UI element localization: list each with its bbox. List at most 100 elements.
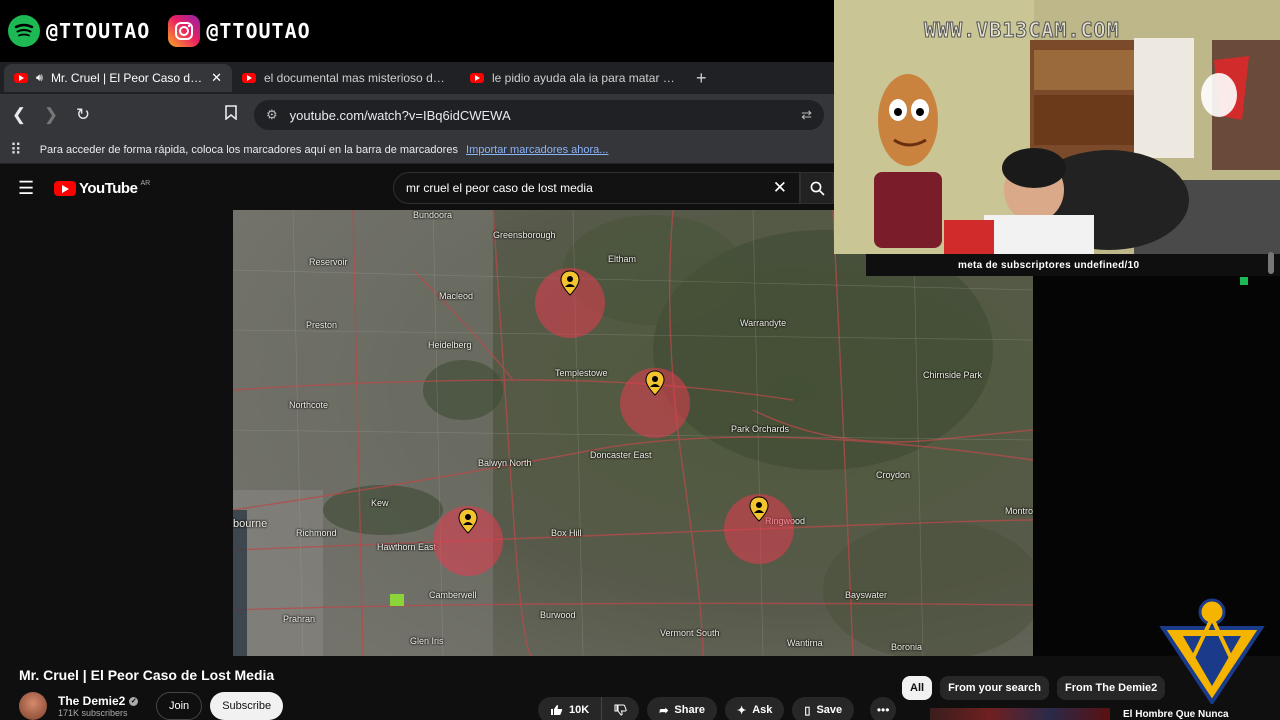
map-pin-circle (433, 506, 503, 576)
ask-label: Ask (752, 704, 773, 716)
map-label: Greensborough (493, 230, 556, 240)
location-pin-icon (645, 370, 665, 396)
apps-grid-icon[interactable]: ⠿ (10, 140, 22, 160)
tab-close-icon[interactable]: ✕ (211, 70, 222, 86)
subscribe-button[interactable]: Subscribe (210, 692, 284, 720)
map-label: Northcote (289, 400, 329, 410)
save-button[interactable]: ▯ Save (792, 697, 855, 720)
save-icon: ▯ (804, 704, 811, 717)
share-button[interactable]: ➦ Share (647, 697, 717, 720)
youtube-favicon-icon (470, 73, 484, 83)
speaker-icon: 🔊︎ (36, 71, 43, 84)
search-input[interactable]: mr cruel el peor caso de lost media ✕ (393, 172, 800, 204)
bookmarks-bar: ⠿ Para acceder de forma rápida, coloca l… (0, 136, 834, 164)
dislike-button[interactable] (602, 697, 640, 720)
thumbs-up-icon (551, 705, 563, 715)
like-button[interactable]: 10K (538, 697, 603, 720)
map-frame (233, 210, 1033, 656)
thumbs-down-icon (614, 704, 627, 716)
map-label: Camberwell (429, 590, 477, 600)
chip-all[interactable]: All (902, 676, 933, 700)
search-button[interactable] (800, 172, 834, 204)
youtube-logo[interactable]: YouTube AR (54, 180, 150, 197)
map-label: Vermont South (660, 628, 720, 638)
club-logo-icon (1159, 598, 1265, 704)
map-label: Glen Iris (410, 636, 444, 646)
video-title: Mr. Cruel | El Peor Caso de Lost Media (19, 667, 275, 683)
status-indicator (1240, 277, 1248, 285)
tab-mr-cruel[interactable]: 🔊︎ Mr. Cruel | El Peor Caso de Lo ✕ (4, 64, 232, 92)
share-icon: ➦ (659, 704, 669, 717)
webcam-overlay: WWW.VB13CAM.COM (834, 0, 1280, 254)
bookmarks-hint-text: Para acceder de forma rápida, coloca los… (39, 143, 458, 156)
map-label: Bayswater (845, 590, 888, 600)
channel-name[interactable]: The Demie2 ✓ (58, 694, 150, 708)
site-info-icon[interactable]: ⚙︎ (266, 107, 278, 123)
related-filter-chips: All From your search From The Demie2 (902, 676, 1166, 700)
like-dislike: 10K (538, 697, 640, 720)
map-label: bourne (233, 518, 268, 530)
country-code: AR (140, 179, 151, 187)
search-icon (810, 181, 825, 196)
stream-social-bar: @TTOUTAO @TTOUTAO (0, 0, 834, 62)
address-bar[interactable]: ⚙︎ youtube.com/watch?v=IBq6idCWEWA ⇄ (254, 100, 824, 130)
reload-button[interactable]: ↻ (74, 105, 92, 125)
map-label: Templestowe (555, 368, 608, 378)
ask-button[interactable]: ✦ Ask (724, 697, 785, 720)
map-label: Preston (306, 320, 338, 330)
subscriber-goal: meta de subscriptores undefined/10 (866, 254, 1280, 276)
map-label: Richmond (296, 528, 337, 538)
youtube-logo-icon (54, 180, 76, 196)
clear-search-icon[interactable]: ✕ (773, 178, 787, 198)
map-label: Warrandyte (740, 318, 787, 328)
new-tab-button[interactable]: + (696, 68, 707, 89)
map-label: Kew (371, 498, 389, 508)
more-options-icon[interactable]: ••• (870, 697, 897, 720)
tab-label: Mr. Cruel | El Peor Caso de Lo (50, 71, 204, 85)
back-button[interactable]: ❮ (10, 105, 28, 125)
map-label: Eltham (608, 254, 637, 264)
map-label: Doncaster East (590, 450, 652, 460)
save-label: Save (816, 704, 843, 716)
map-label: Prahran (283, 614, 316, 624)
youtube-favicon-icon (14, 73, 28, 83)
map-pin-circle (535, 268, 605, 338)
next-video-title[interactable]: El Hombre Que Nunca (1123, 709, 1229, 720)
tab-label: el documental mas misterioso del m (264, 71, 450, 85)
tab-ia[interactable]: le pidio ayuda ala ia para matar a su (460, 64, 688, 92)
like-count: 10K (569, 704, 590, 716)
avatar[interactable] (19, 692, 47, 720)
instagram-handle: @TTOUTAO (168, 15, 310, 47)
location-pin-icon (560, 270, 580, 296)
next-video-thumbnail[interactable] (930, 708, 1110, 720)
map-label: Box Hill (551, 528, 582, 538)
map-label: Croydon (876, 470, 911, 480)
map-pin-circle (620, 368, 690, 438)
map-label: Chirnside Park (923, 370, 983, 380)
scrollbar[interactable] (1268, 252, 1274, 274)
map-label: Reservoir (309, 257, 348, 267)
location-pin-icon (749, 496, 769, 522)
map-label: Macleod (439, 291, 474, 301)
browser-tab-bar: 🔊︎ Mr. Cruel | El Peor Caso de Lo ✕ el d… (0, 62, 834, 94)
youtube-favicon-icon (242, 73, 256, 83)
video-player[interactable]: Bundoora Greensborough Eltham Reservoir … (233, 210, 1033, 656)
spotify-handle-text: @TTOUTAO (46, 19, 151, 43)
search-query: mr cruel el peor caso de lost media (406, 181, 593, 195)
forward-button[interactable]: ❯ (42, 105, 60, 125)
map-label: Burwood (540, 610, 576, 620)
join-button[interactable]: Join (156, 692, 203, 720)
menu-icon[interactable]: ☰ (18, 178, 38, 199)
tab-documental[interactable]: el documental mas misterioso del m (232, 64, 460, 92)
bookmarks-hint: Para acceder de forma rápida, coloca los… (40, 144, 609, 156)
map-label: Montrose (1005, 506, 1033, 516)
chip-from-search[interactable]: From your search (940, 676, 1049, 700)
translate-icon[interactable]: ⇄ (801, 107, 812, 123)
channel-meta: The Demie2 ✓ 171K subscribers (58, 694, 150, 718)
bookmark-icon[interactable] (222, 105, 240, 125)
map-label: Heidelberg (428, 340, 472, 350)
chip-from-channel[interactable]: From The Demie2 (1056, 676, 1166, 700)
map-label: Wantirna (787, 638, 823, 648)
import-bookmarks-link[interactable]: Importar marcadores ahora... (466, 144, 608, 156)
url-text: youtube.com/watch?v=IBq6idCWEWA (289, 107, 511, 123)
